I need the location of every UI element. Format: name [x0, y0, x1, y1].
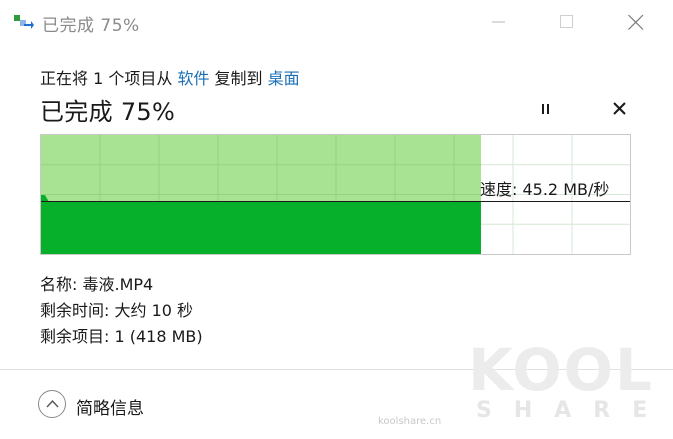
cancel-button[interactable] — [604, 96, 636, 122]
pause-button[interactable] — [530, 96, 562, 122]
speed-area — [41, 202, 481, 254]
time-remaining-row: 剩余时间: 大约 10 秒 — [40, 301, 194, 320]
collapse-circle — [38, 390, 66, 418]
maximize-button[interactable] — [544, 0, 590, 44]
koolshare-watermark: KOOL SHARE koolshare.cn — [378, 330, 673, 439]
copy-middle: 复制到 — [209, 69, 268, 88]
items-remaining-row: 剩余项目: 1 (418 MB) — [40, 327, 203, 346]
details-panel: 名称: 毒液.MP4 剩余时间: 大约 10 秒 剩余项目: 1 (418 MB… — [40, 272, 203, 350]
source-folder-link[interactable]: 软件 — [177, 69, 209, 88]
window-title: 已完成 75% — [42, 16, 140, 36]
progress-headline: 已完成 75% — [40, 98, 176, 126]
destination-folder-link[interactable]: 桌面 — [268, 69, 300, 88]
speed-label: 速度: 45.2 MB/秒 — [480, 180, 610, 199]
minimize-icon — [492, 21, 505, 23]
copy-description: 正在将 1 个项目从 软件 复制到 桌面 — [40, 65, 300, 89]
file-name-row: 名称: 毒液.MP4 — [40, 275, 154, 294]
chevron-up-icon — [46, 399, 59, 408]
minimize-button[interactable] — [476, 0, 522, 44]
close-window-button[interactable] — [612, 0, 658, 44]
pause-icon — [542, 104, 549, 114]
watermark-share: SHARE — [476, 398, 670, 423]
title-bar: 已完成 75% — [0, 0, 673, 44]
copy-prefix: 正在将 1 个项目从 — [40, 69, 178, 88]
close-icon — [628, 14, 644, 30]
less-info-label: 简略信息 — [76, 399, 144, 419]
cancel-x-icon — [613, 102, 626, 115]
watermark-logo: KOOL — [468, 336, 654, 404]
watermark-url: koolshare.cn — [378, 416, 442, 427]
maximize-icon — [560, 15, 573, 28]
copy-arrow-icon — [14, 13, 34, 31]
